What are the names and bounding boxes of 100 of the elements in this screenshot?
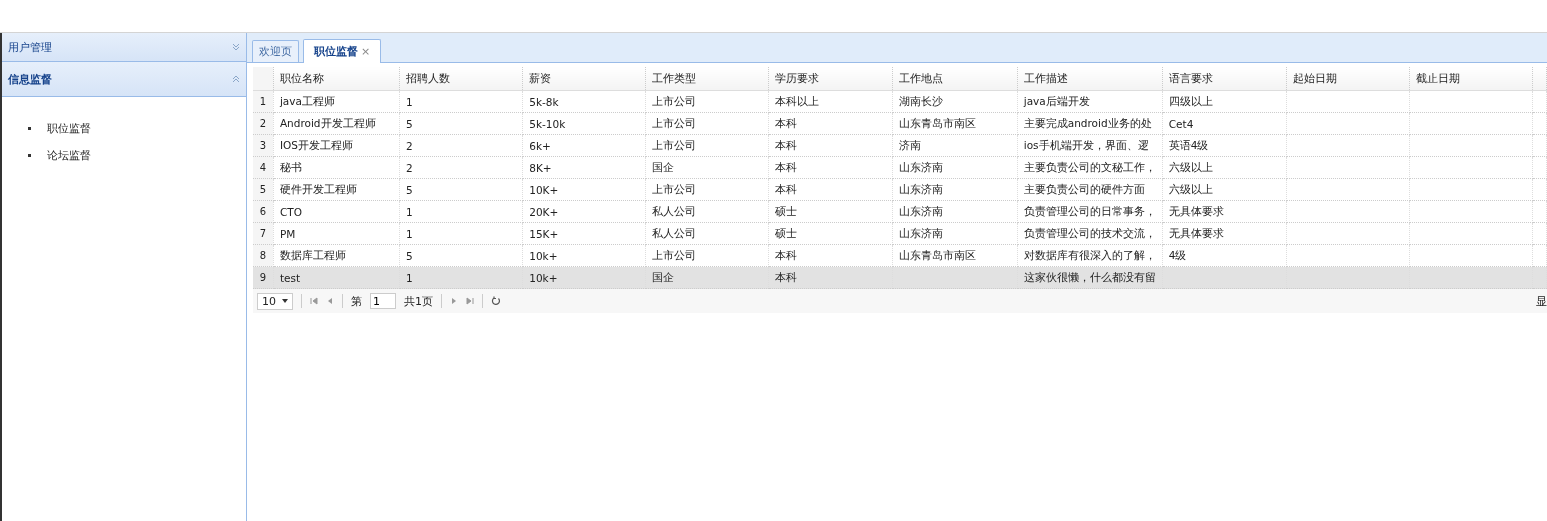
- table-cell: 8K+: [522, 156, 646, 179]
- table-cell: 山东青岛市南区: [892, 112, 1018, 135]
- expand-icon[interactable]: [232, 43, 240, 51]
- panel-header[interactable]: 信息监督: [2, 62, 246, 97]
- table-cell: 负责管理公司的技术交流，: [1017, 222, 1163, 245]
- panel-title: 用户管理: [8, 39, 52, 55]
- previous-page-icon[interactable]: [326, 297, 334, 305]
- column-header[interactable]: 截止日期: [1409, 67, 1533, 91]
- table-cell: 5: [399, 178, 523, 201]
- row-number: 4: [253, 156, 274, 179]
- row-number: 2: [253, 112, 274, 135]
- page-label: 第: [351, 293, 362, 309]
- row-number: 5: [253, 178, 274, 201]
- page-input[interactable]: 1: [370, 293, 396, 309]
- panel-title: 信息监督: [8, 71, 52, 87]
- table-cell: 山东济南: [892, 156, 1018, 179]
- next-page-icon[interactable]: [450, 297, 458, 305]
- table-cell: 无具体要求: [1162, 222, 1287, 245]
- table-cell: Android开发工程师: [273, 112, 400, 135]
- menu-item[interactable]: 职位监督: [47, 121, 91, 136]
- table-cell: 私人公司: [645, 200, 769, 223]
- table-cell: 本科: [768, 134, 893, 157]
- last-page-icon[interactable]: [466, 297, 474, 305]
- table-cell: CTO: [273, 200, 400, 223]
- table-cell: 国企: [645, 156, 769, 179]
- table-cell: 硬件开发工程师: [273, 178, 400, 201]
- row-number: 6: [253, 200, 274, 223]
- table-cell: 私人公司: [645, 222, 769, 245]
- table-cell: 1: [399, 266, 523, 289]
- table-cell: 英语4级: [1162, 134, 1287, 157]
- column-header[interactable]: 起始日期: [1286, 67, 1410, 91]
- table-cell: java后端开发: [1017, 90, 1163, 113]
- table-cell: 本科: [768, 178, 893, 201]
- row-number: 9: [253, 266, 274, 289]
- table-cell: 无具体要求: [1162, 200, 1287, 223]
- table-cell: 10k+: [522, 266, 646, 289]
- table-cell: 主要完成android业务的处: [1017, 112, 1163, 135]
- table-cell: 秘书: [273, 156, 400, 179]
- refresh-icon[interactable]: [491, 296, 501, 306]
- table-cell: 2: [399, 134, 523, 157]
- page-total: 共1页: [404, 293, 433, 309]
- column-header[interactable]: 薪资: [522, 67, 646, 91]
- table-cell: 10K+: [522, 178, 646, 201]
- column-header[interactable]: 语言要求: [1162, 67, 1287, 91]
- table-cell: 本科: [768, 156, 893, 179]
- column-header[interactable]: 工作描述: [1017, 67, 1163, 91]
- table-cell: 六级以上: [1162, 156, 1287, 179]
- table-cell: 1: [399, 200, 523, 223]
- page-info: 显: [1536, 293, 1547, 309]
- table-cell: PM: [273, 222, 400, 245]
- page-size-select[interactable]: 10: [257, 292, 293, 310]
- table-cell: 六级以上: [1162, 178, 1287, 201]
- table-cell: 上市公司: [645, 244, 769, 267]
- table-cell: 2: [399, 156, 523, 179]
- table-cell: 上市公司: [645, 90, 769, 113]
- column-header[interactable]: 学历要求: [768, 67, 893, 91]
- table-cell: 20K+: [522, 200, 646, 223]
- table-cell: 负责管理公司的日常事务，: [1017, 200, 1163, 223]
- caret-icon[interactable]: [282, 299, 288, 303]
- table-cell: 湖南长沙: [892, 90, 1018, 113]
- collapse-icon[interactable]: [232, 75, 240, 83]
- table-cell: Cet4: [1162, 112, 1287, 135]
- table-cell: 4级: [1162, 244, 1287, 267]
- table-cell: 10k+: [522, 244, 646, 267]
- table-cell: 山东济南: [892, 178, 1018, 201]
- panel-header[interactable]: 用户管理: [2, 33, 246, 62]
- table-cell: 5: [399, 112, 523, 135]
- table-cell: 对数据库有很深入的了解，: [1017, 244, 1163, 267]
- column-header[interactable]: 工作地点: [892, 67, 1018, 91]
- row-number: 7: [253, 222, 274, 245]
- row-number: 3: [253, 134, 274, 157]
- table-cell: 山东济南: [892, 222, 1018, 245]
- table-cell: 国企: [645, 266, 769, 289]
- tab[interactable]: 职位监督 ×: [303, 39, 382, 63]
- table-cell: 山东济南: [892, 200, 1018, 223]
- table-cell: 6k+: [522, 134, 646, 157]
- table-cell: 本科: [768, 112, 893, 135]
- table-cell: 济南: [892, 134, 1018, 157]
- column-header[interactable]: 招聘人数: [399, 67, 523, 91]
- table-cell: 5: [399, 244, 523, 267]
- table-cell: ios手机端开发，界面、逻: [1017, 134, 1163, 157]
- bullet-icon: [28, 154, 31, 157]
- column-header[interactable]: 工作类型: [645, 67, 769, 91]
- table-cell: 硕士: [768, 200, 893, 223]
- table-cell: 上市公司: [645, 112, 769, 135]
- table-cell: 硕士: [768, 222, 893, 245]
- table-cell: 山东青岛市南区: [892, 244, 1018, 267]
- table-cell: IOS开发工程师: [273, 134, 400, 157]
- table-cell: 5k-8k: [522, 90, 646, 113]
- table-cell: 本科: [768, 244, 893, 267]
- table-cell: 1: [399, 90, 523, 113]
- menu-item[interactable]: 论坛监督: [47, 148, 91, 163]
- first-page-icon[interactable]: [310, 297, 318, 305]
- table-cell: 1: [399, 222, 523, 245]
- row-number: 1: [253, 90, 274, 113]
- tab[interactable]: 欢迎页: [252, 40, 299, 62]
- table-cell: 这家伙很懒，什么都没有留: [1017, 266, 1163, 289]
- table-cell: 主要负责公司的文秘工作，: [1017, 156, 1163, 179]
- row-number: 8: [253, 244, 274, 267]
- column-header[interactable]: 职位名称: [273, 67, 400, 91]
